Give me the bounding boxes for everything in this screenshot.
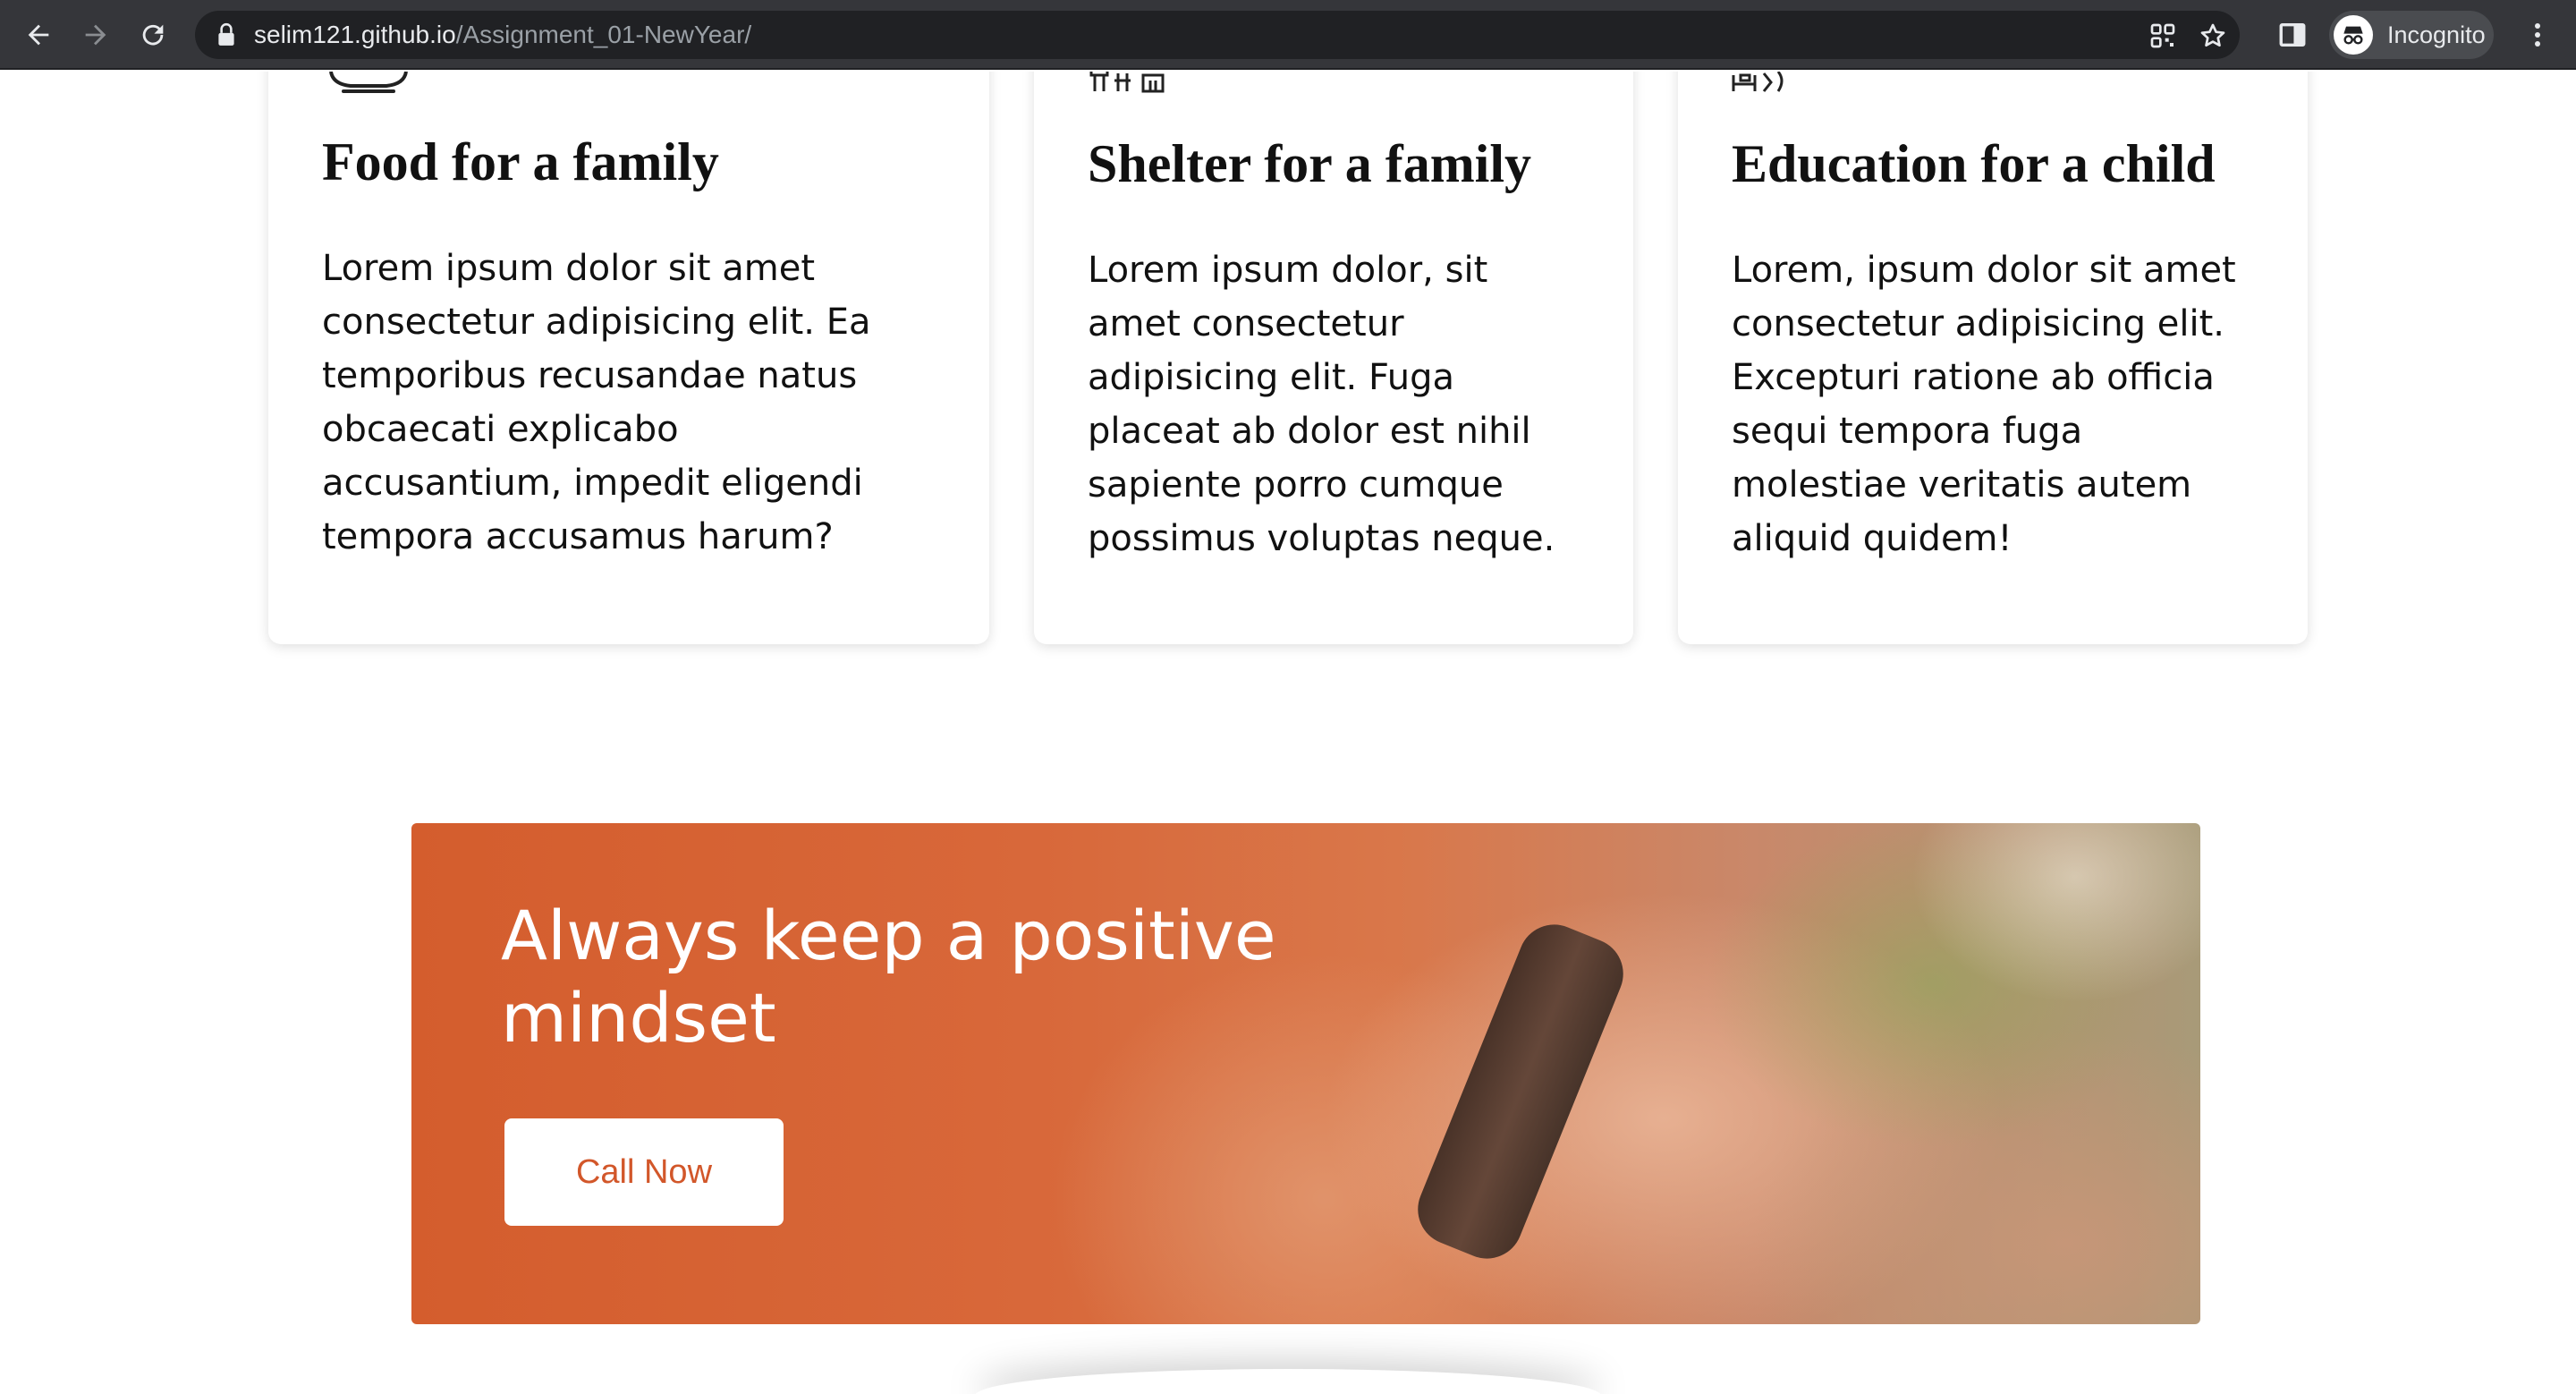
card-text-line: sequi tempora fuga xyxy=(1732,411,2083,452)
call-now-button[interactable]: Call Now xyxy=(504,1118,784,1226)
star-icon xyxy=(2200,23,2225,47)
card-text-line: aliquid quidem! xyxy=(1732,518,2012,559)
incognito-label: Incognito xyxy=(2387,21,2486,48)
card-text-line: temporibus recusandae natus xyxy=(322,355,858,396)
url-path: /Assignment_01-NewYear/ xyxy=(455,21,752,48)
address-bar[interactable]: selim121.github.io/Assignment_01-NewYear… xyxy=(195,11,2240,59)
side-panel-button[interactable] xyxy=(2275,18,2309,52)
more-vert-icon xyxy=(2535,23,2540,47)
next-section-edge xyxy=(975,1369,1601,1394)
donation-card-education: Education for a child Lorem, ipsum dolor… xyxy=(1678,72,2308,644)
card-title: Education for a child xyxy=(1732,134,2216,193)
card-text-line: Lorem ipsum dolor, sit xyxy=(1088,250,1488,291)
food-bowl-icon xyxy=(329,72,408,93)
donation-card-shelter: Shelter for a family Lorem ipsum dolor, … xyxy=(1034,72,1633,644)
card-text-line: Excepturi ratione ab officia xyxy=(1732,357,2215,398)
back-button[interactable] xyxy=(18,14,59,55)
forward-button[interactable] xyxy=(75,14,116,55)
forward-arrow-icon xyxy=(85,24,106,46)
shelter-icon xyxy=(1089,72,1165,93)
card-text-line: accusantium, impedit eligendi xyxy=(322,463,863,504)
banner-background-image xyxy=(1407,914,1634,1270)
card-text-line: amet consectetur xyxy=(1088,303,1404,344)
card-description: Lorem ipsum dolor, sit amet consectetur … xyxy=(1088,243,1555,565)
qr-code-icon xyxy=(2150,23,2175,48)
banner-title: Always keep a positive mindset xyxy=(501,895,1395,1059)
lock-icon[interactable] xyxy=(215,22,238,47)
reload-button[interactable] xyxy=(132,14,174,55)
url-text[interactable]: selim121.github.io/Assignment_01-NewYear… xyxy=(254,21,751,49)
card-title: Shelter for a family xyxy=(1088,134,1532,193)
card-text-line: sapiente porro cumque xyxy=(1088,464,1504,506)
qr-code-button[interactable] xyxy=(2147,20,2179,52)
url-host: selim121.github.io xyxy=(254,21,456,48)
browser-toolbar: selim121.github.io/Assignment_01-NewYear… xyxy=(0,0,2576,70)
card-description: Lorem ipsum dolor sit amet consectetur a… xyxy=(322,242,871,564)
card-description: Lorem, ipsum dolor sit amet consectetur … xyxy=(1732,243,2236,565)
education-desk-icon xyxy=(1732,72,1784,92)
bookmark-star-button[interactable] xyxy=(2197,20,2229,52)
card-title: Food for a family xyxy=(322,132,719,191)
card-text-line: possimus voluptas neque. xyxy=(1088,518,1555,559)
banner-title-line: mindset xyxy=(501,978,776,1058)
browser-menu-button[interactable] xyxy=(2524,18,2551,52)
mindset-banner: Always keep a positive mindset Call Now xyxy=(411,823,2200,1324)
page-content: Food for a family Lorem ipsum dolor sit … xyxy=(0,72,2576,1394)
banner-title-line: Always keep a positive xyxy=(501,896,1276,975)
card-text-line: adipisicing elit. Fuga xyxy=(1088,357,1455,398)
card-text-line: tempora accusamus harum? xyxy=(322,516,834,557)
side-panel-icon xyxy=(2279,22,2306,47)
card-text-line: consectetur adipisicing elit. xyxy=(1732,303,2225,344)
back-arrow-icon xyxy=(28,24,49,46)
reload-icon xyxy=(142,24,164,46)
card-text-line: molestiae veritatis autem xyxy=(1732,464,2192,506)
incognito-profile-button[interactable]: Incognito xyxy=(2329,11,2494,59)
donation-card-food: Food for a family Lorem ipsum dolor sit … xyxy=(268,72,989,644)
card-text-line: placeat ab dolor est nihil xyxy=(1088,411,1531,452)
card-text-line: Lorem ipsum dolor sit amet xyxy=(322,248,816,289)
card-text-line: Lorem, ipsum dolor sit amet xyxy=(1732,250,2236,291)
card-text-line: obcaecati explicabo xyxy=(322,409,679,450)
incognito-icon xyxy=(2334,15,2373,55)
card-text-line: consectetur adipisicing elit. Ea xyxy=(322,302,871,343)
